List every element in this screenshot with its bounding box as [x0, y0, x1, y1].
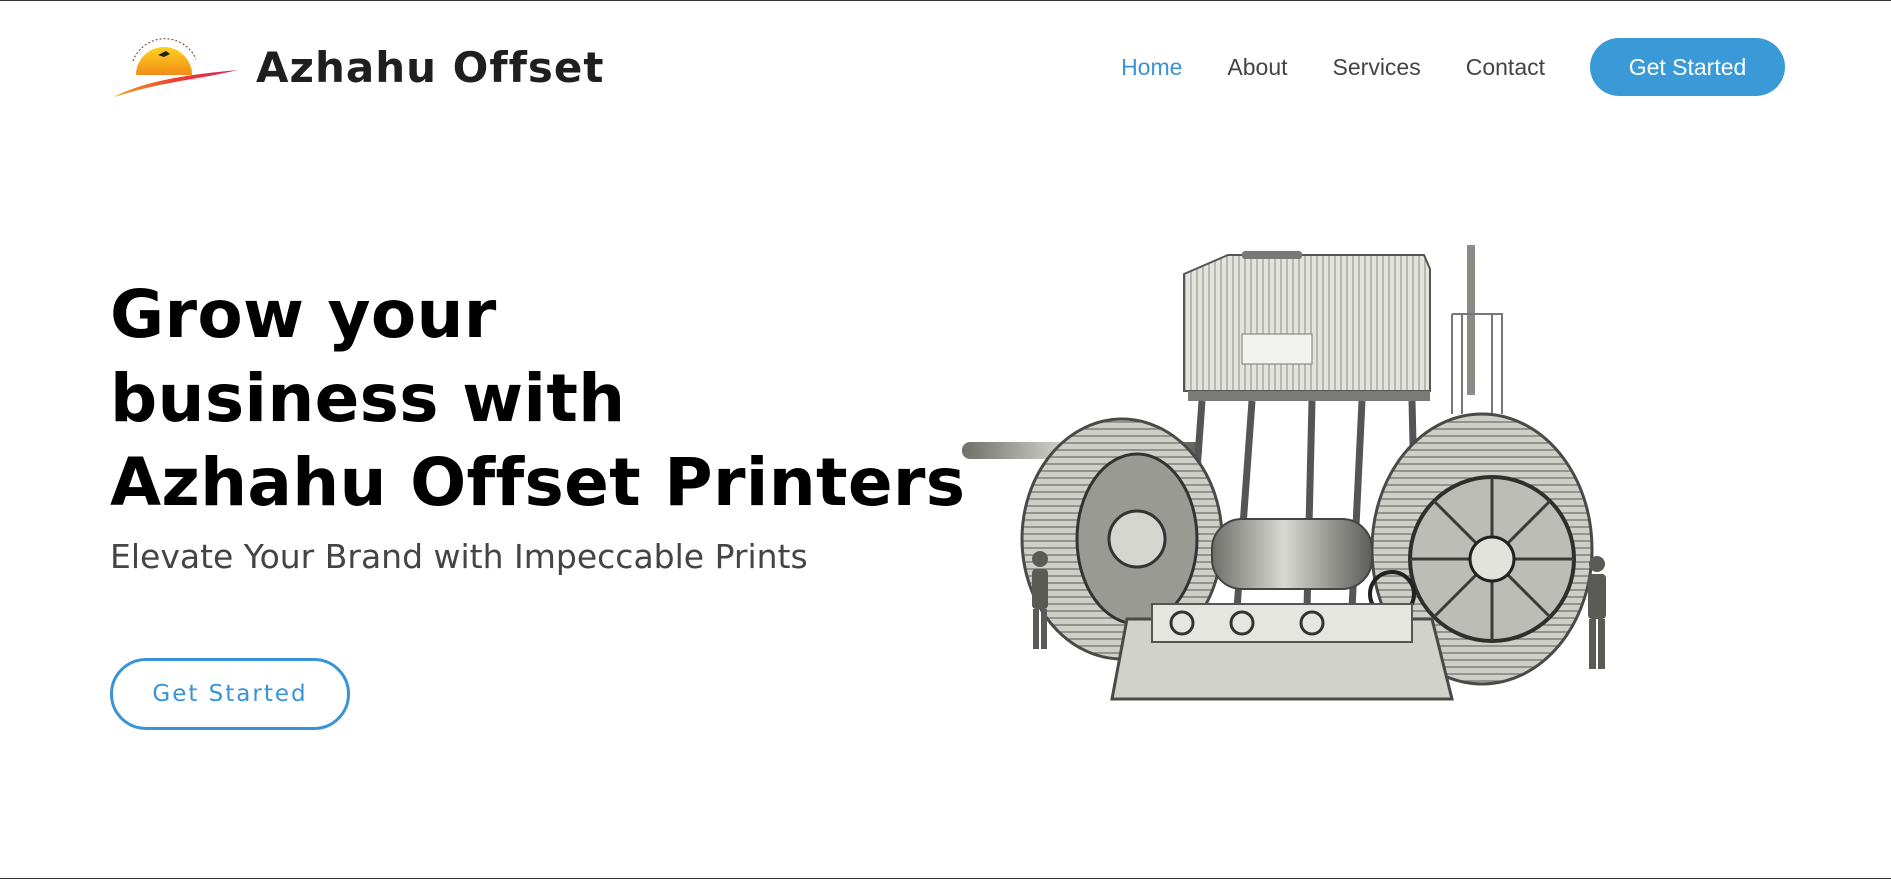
sun-feather-logo-icon	[114, 38, 238, 97]
brand-home-link[interactable]: Azhahu Offset	[110, 35, 604, 99]
main-nav: Home About Services Contact Get Started	[1076, 38, 1785, 96]
site-header: Azhahu Offset Home About Services Contac…	[0, 1, 1891, 131]
hero-title-line-1: Grow your	[110, 276, 497, 353]
brand-name: Azhahu Offset	[256, 42, 605, 92]
nav-link-about[interactable]: About	[1227, 54, 1287, 81]
hero-title-line-3: Azhahu Offset Printers	[110, 444, 966, 521]
page: Azhahu Offset Home About Services Contac…	[0, 0, 1891, 879]
nav-link-contact[interactable]: Contact	[1466, 54, 1545, 81]
hero-get-started-button[interactable]: Get Started	[110, 658, 350, 730]
header-get-started-button[interactable]: Get Started	[1590, 38, 1785, 96]
printing-machine-illustration	[962, 245, 1606, 701]
hero-title-line-2: business with	[110, 360, 626, 437]
nav-link-home[interactable]: Home	[1121, 54, 1182, 81]
hero-title: Grow your business with Azhahu Offset Pr…	[110, 273, 970, 525]
hero-subtitle: Elevate Your Brand with Impeccable Print…	[110, 537, 808, 576]
hero-section: Grow your business with Azhahu Offset Pr…	[110, 273, 970, 579]
nav-link-services[interactable]: Services	[1333, 54, 1421, 81]
